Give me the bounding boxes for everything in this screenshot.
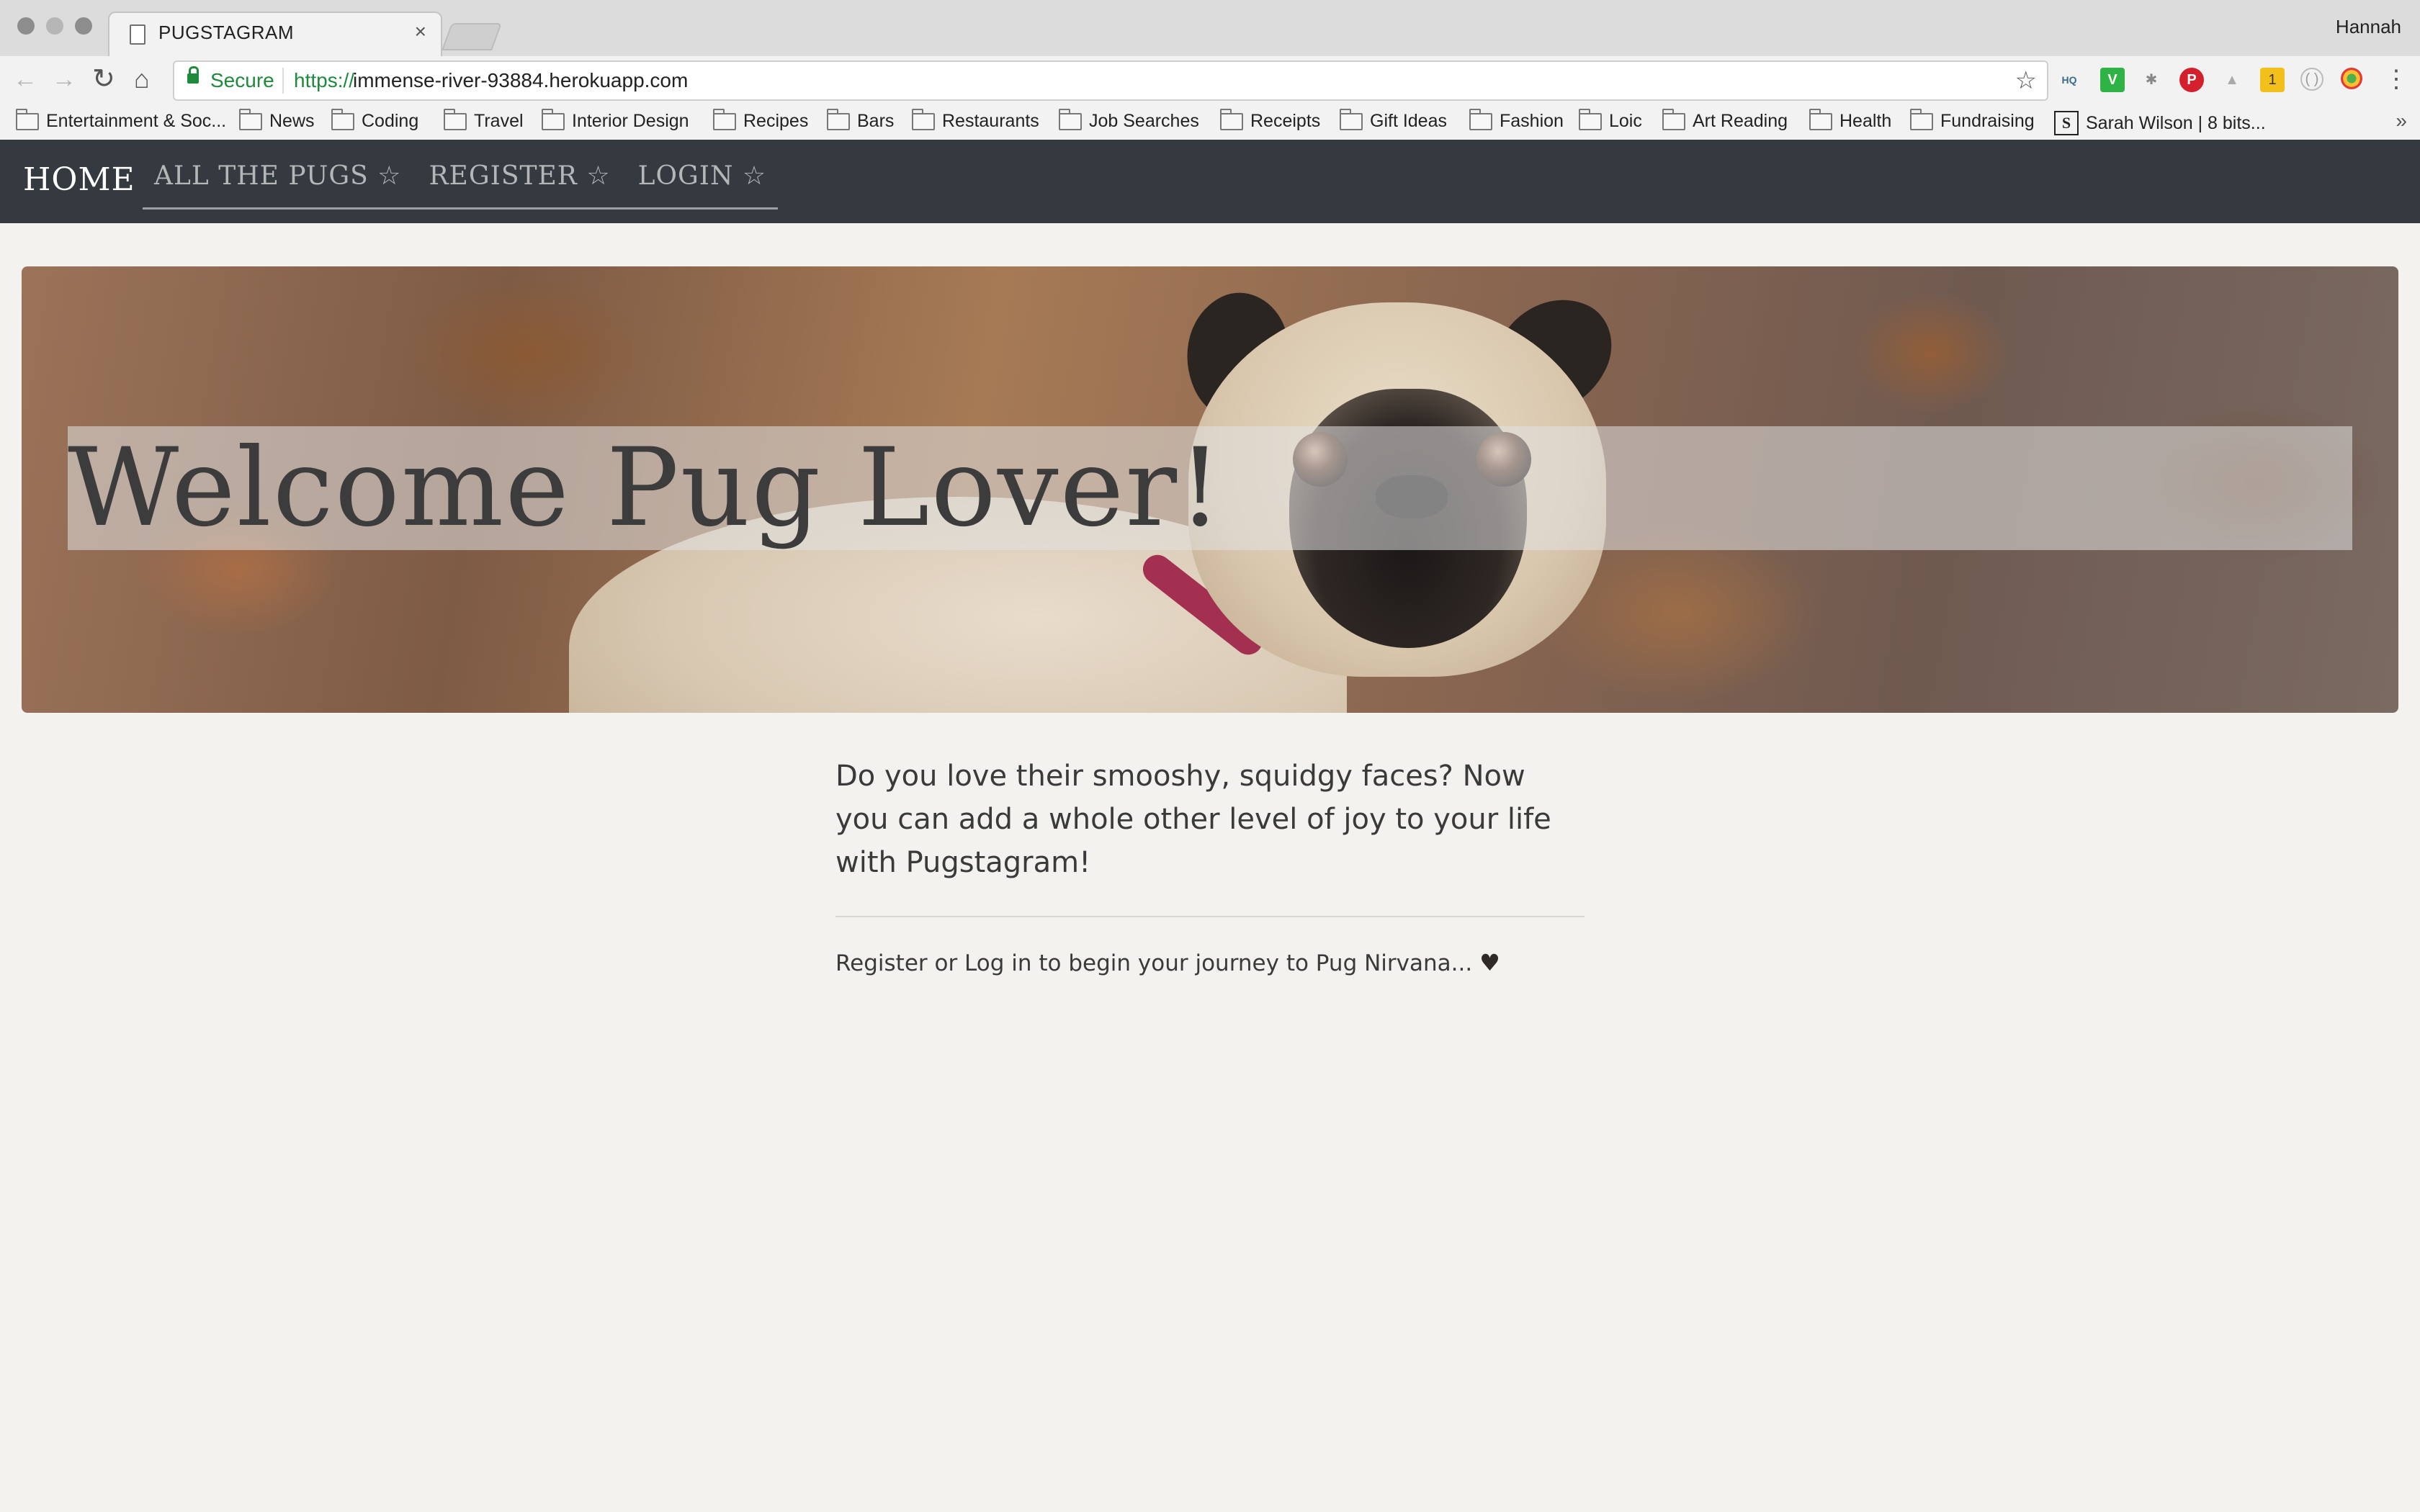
- folder-icon: [1910, 108, 1933, 130]
- bookmark-item[interactable]: Art Reading: [1662, 108, 1788, 132]
- cta-text: Register or Log in to begin your journey…: [835, 950, 1480, 976]
- folder-icon: [331, 108, 354, 130]
- pinterest-extension-icon[interactable]: P: [2179, 68, 2204, 92]
- cloudhq-extension-icon[interactable]: HQ: [2057, 68, 2081, 92]
- minimize-window-button[interactable]: [46, 17, 63, 35]
- nav-link-login[interactable]: LOGIN ☆: [638, 157, 767, 207]
- bookmark-item[interactable]: Health: [1809, 108, 1892, 132]
- folder-icon: [827, 108, 850, 130]
- bookmark-label: Gift Ideas: [1370, 111, 1447, 131]
- folder-icon: [1469, 108, 1492, 130]
- folder-icon: [912, 108, 935, 130]
- bookmark-label: Recipes: [743, 111, 809, 131]
- close-window-button[interactable]: [17, 17, 35, 35]
- bookmark-label: Fundraising: [1940, 111, 2035, 131]
- bookmark-item[interactable]: Fashion: [1469, 108, 1564, 132]
- folder-icon: [542, 108, 565, 130]
- bookmark-item[interactable]: Bars: [827, 108, 895, 132]
- notes-extension-icon[interactable]: 1: [2260, 68, 2285, 92]
- bookmark-label: Entertainment & Soc...: [46, 111, 227, 131]
- reload-icon[interactable]: ↻: [92, 65, 115, 94]
- s-site-icon: S: [2054, 111, 2079, 135]
- folder-icon: [1662, 108, 1685, 130]
- bookmark-star-icon[interactable]: ☆: [2015, 66, 2037, 95]
- bookmark-item[interactable]: Recipes: [713, 108, 809, 132]
- folder-icon: [16, 108, 39, 130]
- tab-close-icon[interactable]: ×: [415, 20, 426, 43]
- nav-links: ALL THE PUGS ☆ REGISTER ☆ LOGIN ☆: [143, 157, 779, 210]
- folder-icon: [1809, 108, 1832, 130]
- tab-title: PUGSTAGRAM: [158, 22, 294, 43]
- home-icon[interactable]: ⌂: [134, 65, 150, 94]
- lock-icon[interactable]: [187, 66, 199, 84]
- bookmark-label: Loic: [1609, 111, 1642, 131]
- browser-tab-strip: PUGSTAGRAM × Hannah: [0, 0, 2420, 58]
- nav-link-all-the-pugs[interactable]: ALL THE PUGS ☆: [154, 157, 401, 207]
- bookmark-label: Fashion: [1500, 111, 1564, 131]
- intro-section: Do you love their smooshy, squidgy faces…: [835, 755, 1585, 976]
- browser-tab-active[interactable]: PUGSTAGRAM ×: [108, 12, 442, 58]
- bookmark-label: Job Searches: [1089, 111, 1199, 131]
- folder-icon: [1340, 108, 1363, 130]
- bookmark-label: Health: [1839, 111, 1892, 131]
- nav-link-register[interactable]: REGISTER ☆: [429, 157, 610, 207]
- bookmark-label: Interior Design: [572, 111, 689, 131]
- site-navbar: HOME ALL THE PUGS ☆ REGISTER ☆ LOGIN ☆: [0, 140, 2420, 223]
- bookmark-item[interactable]: Loic: [1579, 108, 1642, 132]
- bookmark-item[interactable]: Gift Ideas: [1340, 108, 1447, 132]
- folder-icon: [1220, 108, 1243, 130]
- folder-icon: [239, 108, 262, 130]
- chrome-color-extension-icon[interactable]: [2341, 68, 2362, 89]
- circle-extension-icon[interactable]: ( ): [2300, 68, 2323, 91]
- bookmark-label: Restaurants: [942, 111, 1039, 131]
- bookmark-label: Coding: [362, 111, 419, 131]
- url-host[interactable]: immense-river-93884.herokuapp.com: [353, 69, 688, 92]
- folder-icon: [1059, 108, 1082, 130]
- home-link[interactable]: HOME: [23, 161, 135, 198]
- v-extension-icon[interactable]: V: [2100, 68, 2125, 92]
- folder-icon: [713, 108, 736, 130]
- address-bar-divider: [282, 68, 284, 94]
- bookmark-item[interactable]: Restaurants: [912, 108, 1039, 132]
- bookmark-item[interactable]: Coding: [331, 108, 419, 132]
- bookmark-item[interactable]: Travel: [444, 108, 524, 132]
- profile-name[interactable]: Hannah: [2336, 16, 2401, 38]
- bookmark-label: News: [269, 111, 315, 131]
- bookmark-item[interactable]: Entertainment & Soc...: [16, 108, 227, 132]
- bookmarks-overflow-icon[interactable]: »: [2396, 109, 2407, 132]
- bookmark-label: Bars: [857, 111, 895, 131]
- register-login-cta: Register or Log in to begin your journey…: [835, 949, 1585, 976]
- bookmark-item[interactable]: Job Searches: [1059, 108, 1199, 132]
- bookmark-label: Art Reading: [1693, 111, 1788, 131]
- new-tab-button[interactable]: [442, 23, 502, 50]
- ghost-extension-icon[interactable]: ▲: [2220, 68, 2244, 92]
- hero-title: Welcome Pug Lover!: [68, 426, 1224, 551]
- heart-icon: ♥: [1479, 949, 1500, 976]
- browser-toolbar: ← → ↻ ⌂ Secure https:// immense-river-93…: [0, 56, 2420, 105]
- bookmark-label: Receipts: [1250, 111, 1321, 131]
- bug-extension-icon[interactable]: ✱: [2139, 68, 2164, 92]
- bookmark-item[interactable]: Interior Design: [542, 108, 689, 132]
- url-scheme[interactable]: https://: [294, 69, 354, 92]
- bookmark-item[interactable]: Fundraising: [1910, 108, 2035, 132]
- secure-label[interactable]: Secure: [210, 69, 274, 92]
- bookmark-item[interactable]: S Sarah Wilson | 8 bits...: [2054, 111, 2266, 135]
- hero-banner: Welcome Pug Lover!: [22, 266, 2398, 713]
- back-arrow-icon[interactable]: ←: [13, 65, 37, 94]
- forward-arrow-icon[interactable]: →: [52, 65, 76, 94]
- bookmark-label: Sarah Wilson | 8 bits...: [2086, 112, 2266, 133]
- address-bar[interactable]: Secure https:// immense-river-93884.hero…: [173, 60, 2048, 101]
- bookmark-item[interactable]: News: [239, 108, 315, 132]
- intro-lead-text: Do you love their smooshy, squidgy faces…: [835, 760, 1551, 879]
- maximize-window-button[interactable]: [75, 17, 92, 35]
- folder-icon: [1579, 108, 1602, 130]
- folder-icon: [444, 108, 467, 130]
- bookmarks-bar: Entertainment & Soc... News Coding Trave…: [0, 105, 2420, 141]
- document-icon: [130, 24, 145, 45]
- bookmark-item[interactable]: Receipts: [1220, 108, 1321, 132]
- bookmark-label: Travel: [474, 111, 524, 131]
- browser-menu-icon[interactable]: ⋮: [2384, 65, 2408, 94]
- content-divider: [835, 916, 1585, 917]
